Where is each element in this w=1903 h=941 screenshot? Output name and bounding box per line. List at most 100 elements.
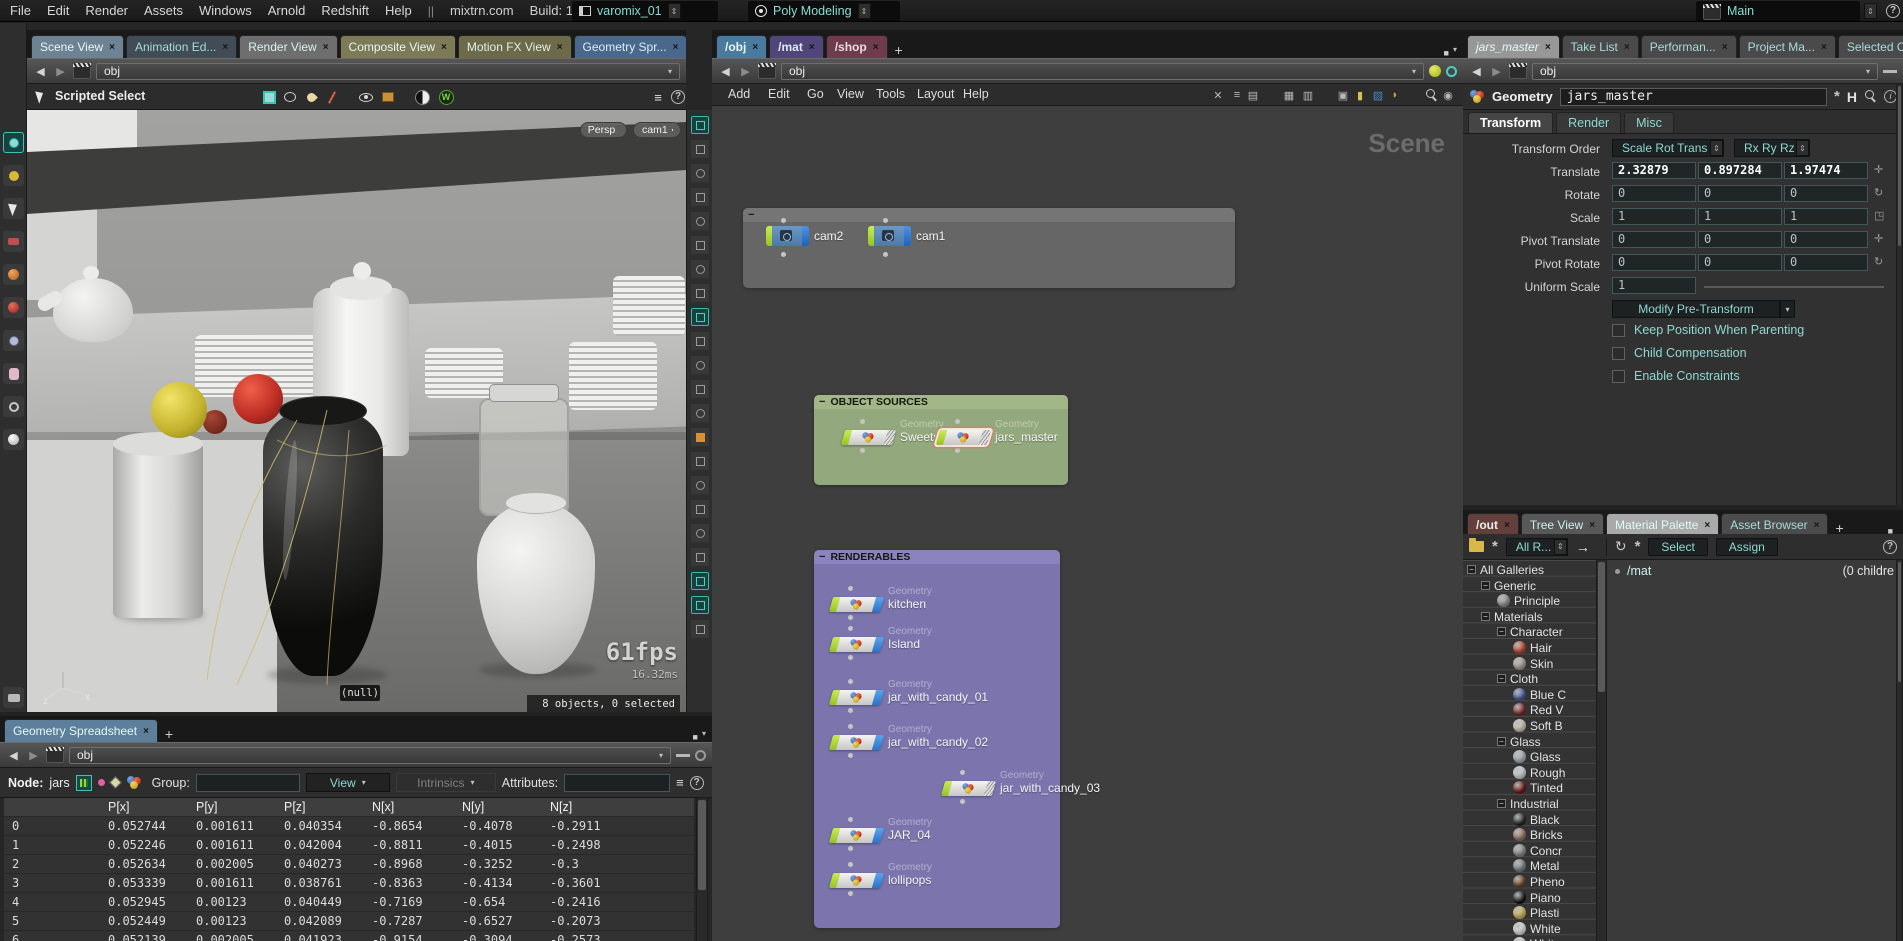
tab-shop-context[interactable]: /shop× (826, 35, 888, 58)
collapse-icon[interactable]: − (1497, 674, 1506, 683)
projection-pill[interactable]: Persp (580, 122, 627, 138)
chevron-down-icon[interactable]: ▾ (1412, 67, 1416, 76)
strip-icon[interactable] (691, 188, 709, 206)
close-icon[interactable]: × (1722, 42, 1728, 53)
close-icon[interactable]: × (1545, 42, 1551, 53)
menu-assets[interactable]: Assets (144, 3, 183, 18)
tree-item-skin[interactable]: Skin (1463, 656, 1596, 671)
collapse-icon[interactable]: − (1497, 627, 1506, 636)
lasso-select-icon[interactable] (281, 88, 299, 106)
tab-motion-fx-view[interactable]: Motion FX View× (458, 35, 572, 58)
tab-geometry-spreadsheet[interactable]: Geometry Spreadsheet× (4, 719, 158, 742)
tools-icon[interactable]: ✕ (1210, 87, 1226, 103)
network-path-field[interactable]: obj ▾ (781, 63, 1424, 80)
forward-icon[interactable]: ▶ (53, 65, 68, 78)
save-icon[interactable]: ▣ (1335, 87, 1351, 103)
tree-item-cloth[interactable]: −Cloth (1463, 671, 1596, 686)
tree-item-all-galleries[interactable]: −All Galleries (1463, 562, 1596, 577)
menu-add[interactable]: Add (728, 87, 750, 101)
collapse-icon[interactable]: − (1467, 565, 1476, 574)
gear-icon[interactable]: * (1635, 538, 1641, 555)
scale-handle-icon[interactable]: ◳ (1874, 209, 1884, 222)
points-mode-icon[interactable] (76, 775, 92, 791)
menu-help[interactable]: Help (963, 87, 989, 101)
overview-dot-icon[interactable]: ◉ (1440, 87, 1456, 103)
pivot-translate-x-field[interactable]: 0 (1612, 231, 1696, 248)
strip-icon[interactable] (691, 476, 709, 494)
shaded-mode-icon[interactable] (413, 88, 431, 106)
ring-tool-icon[interactable] (3, 396, 24, 417)
strip-icon[interactable] (691, 212, 709, 230)
sphere-tool-icon[interactable] (3, 429, 24, 450)
tree-item-metal[interactable]: Metal (1463, 858, 1596, 873)
pen-select-icon[interactable] (323, 88, 341, 106)
close-icon[interactable]: × (1821, 42, 1827, 53)
forward-icon[interactable]: ▶ (1489, 65, 1504, 78)
transform-order-dropdown[interactable]: Scale Rot Trans⇕ (1612, 139, 1724, 157)
tree-item-industrial[interactable]: −Industrial (1463, 796, 1596, 811)
gallery-filter-dropdown[interactable]: All R...⇕ (1506, 538, 1568, 556)
table-row[interactable]: 60.0521390.0020050.041923-0.9154-0.3094-… (4, 931, 694, 941)
menubar-help-icon[interactable]: ? (1886, 4, 1900, 18)
col-header[interactable]: N[z] (542, 798, 630, 816)
strip-icon[interactable] (691, 332, 709, 350)
node-cam1[interactable] (868, 226, 911, 246)
new-gallery-folder-icon[interactable] (1469, 541, 1484, 552)
strip-icon[interactable] (691, 164, 709, 182)
tree-item-concrete[interactable]: Concr (1463, 843, 1596, 858)
pivot-rotate-x-field[interactable]: 0 (1612, 254, 1696, 271)
netbox-header[interactable]: − OBJECT SOURCES (814, 395, 1068, 409)
minimize-icon[interactable]: − (819, 552, 825, 562)
gear-icon[interactable]: * (1834, 88, 1840, 105)
secure-selection-icon[interactable] (3, 132, 24, 153)
col-header[interactable]: P[x] (100, 798, 188, 816)
tab-performance[interactable]: Performan...× (1641, 35, 1737, 58)
strip-icon[interactable] (691, 260, 709, 278)
back-icon[interactable]: ◀ (33, 65, 48, 78)
image-icon[interactable]: ▨ (1370, 87, 1386, 103)
brush-select-icon[interactable] (302, 88, 320, 106)
grid2-icon[interactable]: ▥ (1300, 87, 1316, 103)
table-row[interactable]: 30.0533390.0016110.038761-0.8363-0.4134-… (4, 874, 694, 893)
scale-x-field[interactable]: 1 (1612, 208, 1696, 225)
houdini-logo-icon[interactable]: H (1847, 89, 1857, 105)
view-tool-icon[interactable] (691, 116, 709, 134)
minimize-icon[interactable]: − (819, 397, 825, 407)
shelfset-selector[interactable]: Poly Modeling ⇕ (748, 1, 900, 21)
rotate-z-field[interactable]: 0 (1784, 185, 1868, 202)
collapse-icon[interactable]: − (1497, 737, 1506, 746)
tree-item-black[interactable]: Black (1463, 812, 1596, 827)
chevron-down-icon[interactable]: ▾ (702, 729, 706, 738)
node-jar-with-candy-03[interactable] (941, 781, 996, 796)
scale-y-field[interactable]: 1 (1698, 208, 1782, 225)
tree-item-white-2[interactable]: White (1463, 936, 1596, 941)
col-header[interactable]: P[z] (276, 798, 364, 816)
table-row[interactable]: 00.0527440.0016110.040354-0.8654-0.4078-… (4, 817, 694, 836)
pose-tool-icon[interactable] (3, 297, 24, 318)
param-scrollbar[interactable] (1896, 84, 1903, 505)
link-icon[interactable] (1446, 66, 1457, 77)
box-select-icon[interactable] (260, 88, 278, 106)
snapshot-icon[interactable] (379, 88, 397, 106)
pane-menu-icon[interactable]: ■ (689, 732, 702, 742)
chevron-down-icon[interactable]: ▾ (668, 67, 672, 76)
tab-mat-context[interactable]: /mat× (769, 35, 824, 58)
intrinsics-dropdown[interactable]: Intrinsics▾ (396, 773, 496, 792)
node-jar-with-candy-01[interactable] (829, 690, 884, 705)
select-button[interactable]: Select (1648, 538, 1707, 556)
col-header[interactable]: N[x] (364, 798, 454, 816)
tab-scene-view[interactable]: Scene View× (31, 35, 124, 58)
tree-item-tinted-glass[interactable]: Tinted (1463, 780, 1596, 795)
close-icon[interactable]: × (809, 42, 815, 53)
translate-x-field[interactable]: 2.32879 (1612, 162, 1696, 179)
strip-icon[interactable] (691, 524, 709, 542)
assign-button[interactable]: Assign (1716, 538, 1778, 556)
strip-icon[interactable] (691, 548, 709, 566)
tree-item-white[interactable]: White (1463, 921, 1596, 936)
close-icon[interactable]: × (673, 42, 679, 53)
tab-asset-browser[interactable]: Asset Browser× (1721, 513, 1828, 536)
menu-edit[interactable]: Edit (768, 87, 790, 101)
back-icon[interactable]: ◀ (1469, 65, 1484, 78)
tree-item-generic[interactable]: −Generic (1463, 578, 1596, 593)
node-jar-04[interactable] (829, 828, 884, 843)
